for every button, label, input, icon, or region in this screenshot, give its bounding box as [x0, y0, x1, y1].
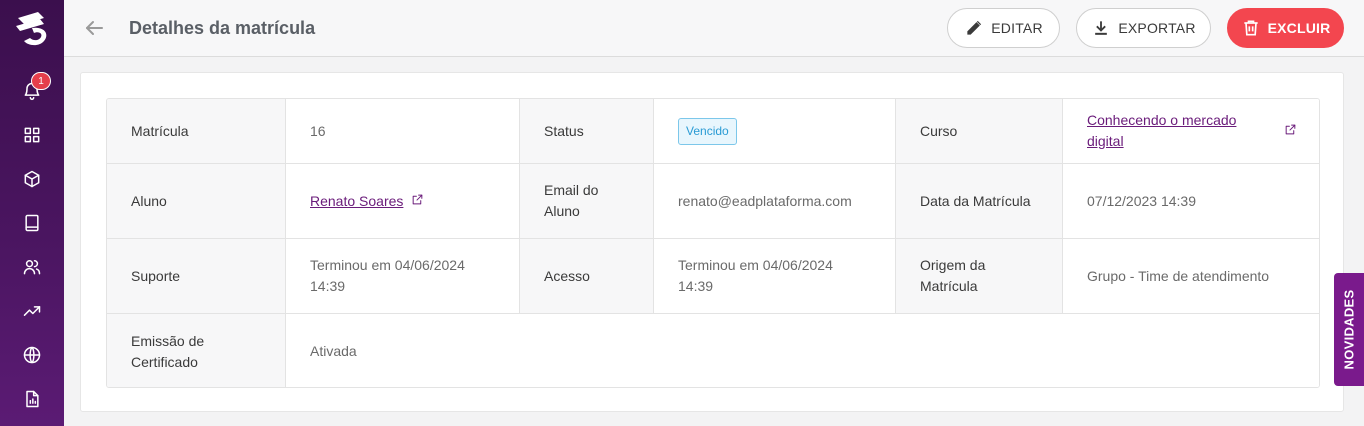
status-cell: Vencido	[654, 99, 896, 163]
notification-badge: 1	[31, 72, 51, 90]
certificado-label: Emissão de Certificado	[107, 314, 286, 387]
curso-label: Curso	[896, 99, 1063, 163]
table-row: Aluno Renato Soares Email do Aluno renat…	[107, 164, 1319, 239]
pencil-icon	[967, 20, 982, 35]
export-button-label: EXPORTAR	[1118, 20, 1196, 36]
cube-icon[interactable]	[20, 167, 44, 191]
book-icon[interactable]	[20, 211, 44, 235]
users-icon[interactable]	[20, 255, 44, 279]
export-button[interactable]: EXPORTAR	[1076, 8, 1211, 48]
aluno-link[interactable]: Renato Soares	[310, 191, 403, 212]
grid-icon[interactable]	[20, 123, 44, 147]
curso-cell: Conhecendo o mercado digital	[1063, 99, 1319, 163]
sidebar: 1	[0, 0, 64, 426]
delete-button[interactable]: EXCLUIR	[1227, 8, 1344, 48]
status-badge: Vencido	[678, 117, 737, 145]
details-card: Matrícula 16 Status Vencido Curso Conhec…	[80, 72, 1344, 412]
back-arrow-icon[interactable]	[82, 16, 106, 40]
edit-button-label: EDITAR	[991, 20, 1043, 36]
origem-value: Grupo - Time de atendimento	[1063, 239, 1319, 313]
data-matricula-label: Data da Matrícula	[896, 164, 1063, 238]
logo-icon[interactable]	[8, 6, 56, 54]
aluno-cell: Renato Soares	[286, 164, 520, 238]
acesso-value: Terminou em 04/06/2024 14:39	[654, 239, 896, 313]
external-link-icon[interactable]	[1276, 121, 1297, 142]
status-label: Status	[520, 99, 654, 163]
download-icon	[1095, 21, 1108, 35]
report-icon[interactable]	[20, 387, 44, 411]
table-row: Emissão de Certificado Ativada	[107, 314, 1319, 387]
trending-up-icon[interactable]	[20, 299, 44, 323]
table-row: Suporte Terminou em 04/06/2024 14:39 Ace…	[107, 239, 1319, 314]
email-value: renato@eadplataforma.com	[654, 164, 896, 238]
curso-link[interactable]: Conhecendo o mercado digital	[1087, 110, 1276, 152]
novidades-tab[interactable]: NOVIDADES	[1334, 273, 1364, 386]
aluno-label: Aluno	[107, 164, 286, 238]
matricula-label: Matrícula	[107, 99, 286, 163]
globe-icon[interactable]	[20, 343, 44, 367]
suporte-value: Terminou em 04/06/2024 14:39	[286, 239, 520, 313]
edit-button[interactable]: EDITAR	[947, 8, 1060, 48]
table-row: Matrícula 16 Status Vencido Curso Conhec…	[107, 99, 1319, 164]
novidades-label: NOVIDADES	[1341, 289, 1357, 370]
details-table: Matrícula 16 Status Vencido Curso Conhec…	[106, 98, 1320, 388]
certificado-value: Ativada	[286, 314, 1319, 387]
matricula-value: 16	[286, 99, 520, 163]
suporte-label: Suporte	[107, 239, 286, 313]
data-matricula-value: 07/12/2023 14:39	[1063, 164, 1319, 238]
page-header: Detalhes da matrícula EDITAR EXPORTAR EX…	[64, 0, 1364, 57]
acesso-label: Acesso	[520, 239, 654, 313]
page-title: Detalhes da matrícula	[129, 18, 316, 38]
trash-icon	[1243, 20, 1258, 36]
email-label: Email do Aluno	[520, 164, 654, 238]
delete-button-label: EXCLUIR	[1267, 20, 1331, 36]
external-link-icon[interactable]	[403, 191, 424, 212]
origem-label: Origem da Matrícula	[896, 239, 1063, 313]
